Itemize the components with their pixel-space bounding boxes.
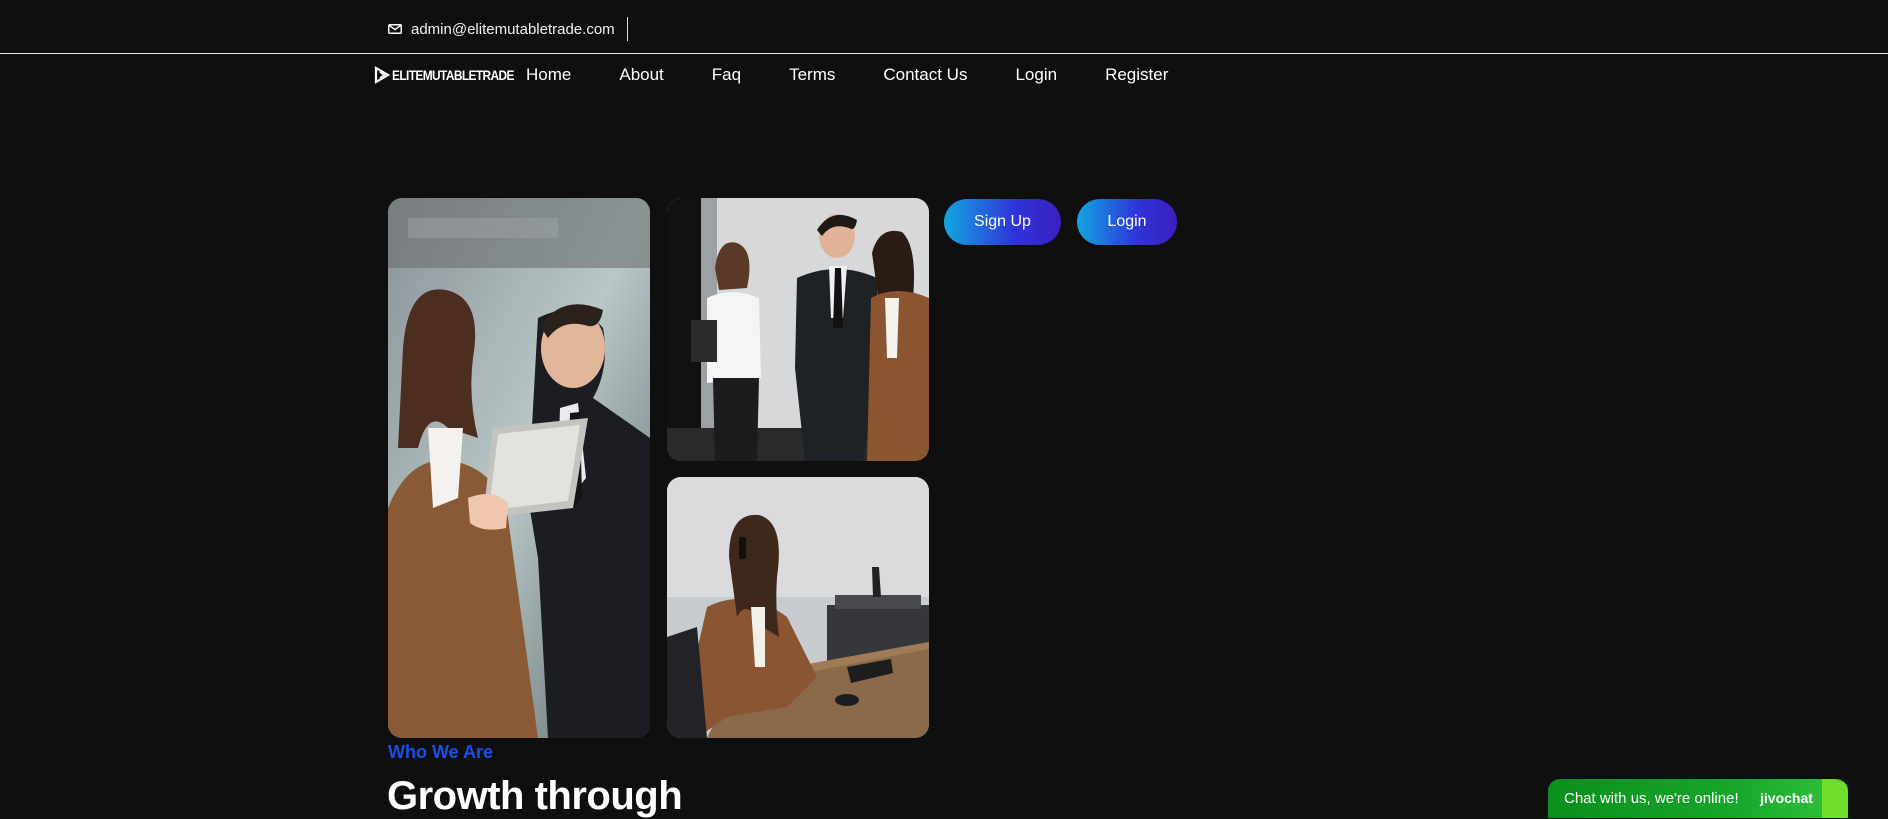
nav-item-login[interactable]: Login [1015, 65, 1057, 85]
contact-email[interactable]: admin@elitemutabletrade.com [388, 17, 628, 41]
chat-widget-corner [1822, 779, 1848, 818]
top-bar: admin@elitemutabletrade.com [0, 0, 1888, 54]
chat-widget-button[interactable]: Chat with us, we're online! jivochat [1548, 779, 1848, 818]
hero-photo-tablet-image [388, 198, 650, 738]
main-nav: ELITEMUTABLETRADE Home About Faq Terms C… [0, 54, 1888, 96]
nav-item-terms[interactable]: Terms [789, 65, 835, 85]
logo-mark-icon [374, 66, 390, 84]
site-logo[interactable]: ELITEMUTABLETRADE [374, 66, 535, 84]
hero-photo-colleagues [667, 198, 929, 461]
section-headline: Growth through [387, 774, 683, 818]
nav-item-home[interactable]: Home [526, 65, 571, 85]
nav-item-register[interactable]: Register [1105, 65, 1168, 85]
contact-email-text: admin@elitemutabletrade.com [411, 20, 615, 38]
section-eyebrow: Who We Are [388, 742, 494, 762]
logo-wordmark: ELITEMUTABLETRADE [392, 67, 514, 83]
mail-icon [388, 24, 402, 34]
signup-button[interactable]: Sign Up [944, 199, 1061, 245]
chat-widget-brand: jivochat [1760, 790, 1813, 806]
nav-item-contact-us[interactable]: Contact Us [883, 65, 967, 85]
hero-login-button[interactable]: Login [1077, 199, 1177, 245]
hero-photo-colleagues-image [667, 198, 929, 461]
nav-menu: Home About Faq Terms Contact Us Login Re… [526, 54, 1216, 96]
hero-photo-office-image [667, 477, 929, 738]
nav-item-faq[interactable]: Faq [712, 65, 741, 85]
hero-photo-office [667, 477, 929, 738]
chat-widget-message: Chat with us, we're online! [1564, 790, 1739, 807]
hero-photo-tablet [388, 198, 650, 738]
nav-item-about[interactable]: About [619, 65, 663, 85]
